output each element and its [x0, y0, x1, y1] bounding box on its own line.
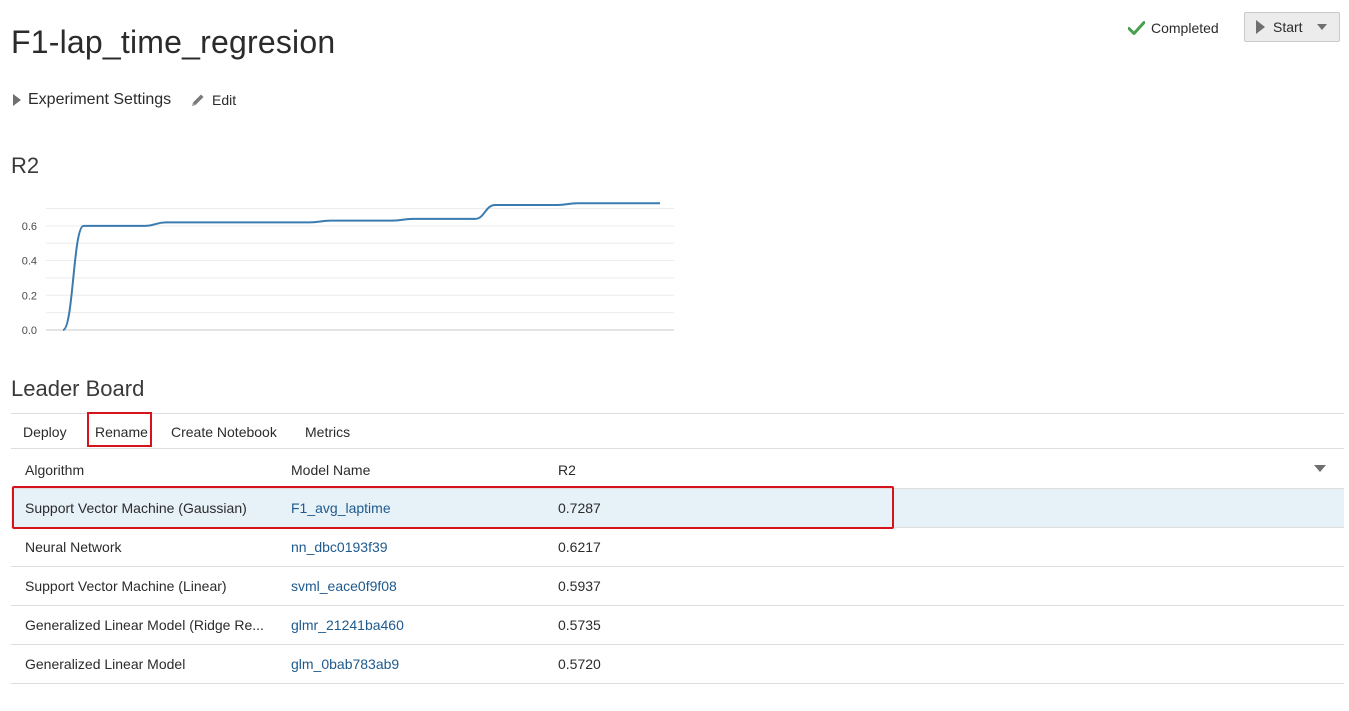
y-tick-label: 0.6	[22, 221, 37, 233]
create-notebook-button[interactable]: Create Notebook	[171, 414, 277, 449]
expand-arrow-icon	[13, 94, 21, 106]
edit-button[interactable]: Edit	[190, 92, 236, 108]
algorithm-cell: Generalized Linear Model	[25, 656, 186, 672]
y-tick-label: 0.0	[22, 325, 37, 337]
y-tick-label: 0.4	[22, 256, 37, 268]
check-icon	[1128, 21, 1145, 35]
column-header-algorithm[interactable]: Algorithm	[25, 451, 84, 488]
r2-cell: 0.5720	[558, 656, 601, 672]
experiment-settings-label: Experiment Settings	[28, 91, 172, 108]
model-name-link[interactable]: F1_avg_laptime	[291, 489, 391, 527]
r2-cell: 0.6217	[558, 539, 601, 555]
table-row[interactable]: Generalized Linear Model glm_0bab783ab9 …	[11, 645, 1344, 684]
table-row[interactable]: Support Vector Machine (Gaussian) F1_avg…	[11, 489, 1344, 528]
experiment-settings-toggle[interactable]: Experiment Settings	[13, 91, 171, 109]
algorithm-cell: Support Vector Machine (Linear)	[25, 578, 227, 594]
model-name-link[interactable]: svml_eace0f9f08	[291, 567, 397, 605]
r2-line-chart: 0.0 0.2 0.4 0.6	[22, 202, 674, 337]
start-button[interactable]: Start	[1244, 12, 1340, 42]
leaderboard-toolbar: Deploy Rename Create Notebook Metrics	[11, 412, 1344, 449]
r2-cell: 0.5735	[558, 617, 601, 633]
r2-series-line	[62, 202, 660, 331]
page-title: F1-lap_time_regresion	[11, 24, 336, 60]
table-row[interactable]: Neural Network nn_dbc0193f39 0.6217	[11, 528, 1344, 567]
metrics-button[interactable]: Metrics	[305, 414, 350, 449]
status-label: Completed	[1151, 20, 1219, 36]
column-menu-chevron-icon[interactable]	[1314, 465, 1326, 472]
algorithm-cell: Support Vector Machine (Gaussian)	[25, 500, 247, 516]
column-header-r2[interactable]: R2	[558, 451, 576, 488]
play-icon	[1256, 20, 1265, 34]
column-header-model-name[interactable]: Model Name	[291, 451, 370, 488]
y-tick-label: 0.2	[22, 290, 37, 302]
algorithm-cell: Neural Network	[25, 539, 122, 555]
leaderboard-title: Leader Board	[11, 376, 145, 401]
leaderboard-table: Algorithm Model Name R2 Support Vector M…	[11, 451, 1344, 684]
status-indicator: Completed	[1128, 19, 1219, 37]
rename-button[interactable]: Rename	[95, 414, 148, 449]
pencil-icon	[192, 94, 204, 106]
table-header: Algorithm Model Name R2	[11, 451, 1344, 489]
model-name-link[interactable]: glm_0bab783ab9	[291, 645, 399, 683]
deploy-button[interactable]: Deploy	[23, 414, 67, 449]
model-name-link[interactable]: glmr_21241ba460	[291, 606, 404, 644]
model-name-link[interactable]: nn_dbc0193f39	[291, 528, 388, 566]
algorithm-cell: Generalized Linear Model (Ridge Re...	[25, 617, 264, 633]
chevron-down-icon[interactable]	[1316, 24, 1327, 30]
table-row[interactable]: Support Vector Machine (Linear) svml_eac…	[11, 567, 1344, 606]
table-row[interactable]: Generalized Linear Model (Ridge Re... gl…	[11, 606, 1344, 645]
start-button-label: Start	[1273, 19, 1303, 35]
edit-label: Edit	[212, 92, 237, 108]
chart-title: R2	[11, 153, 40, 178]
r2-cell: 0.7287	[558, 500, 601, 516]
r2-cell: 0.5937	[558, 578, 601, 594]
